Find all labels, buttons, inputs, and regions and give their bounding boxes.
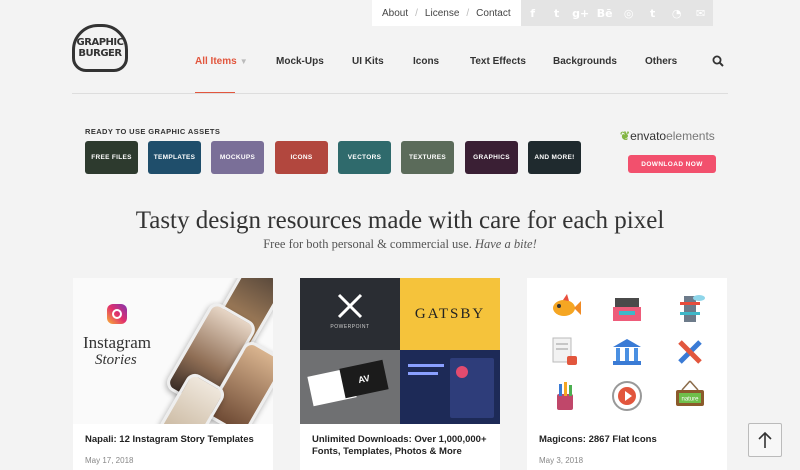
social-links: f t g+ Bē ◎ t ◔ ✉ (520, 0, 713, 26)
twitter-icon[interactable]: t (544, 0, 569, 26)
dribbble-icon[interactable]: ◎ (616, 0, 641, 26)
document-coffee-icon (552, 337, 577, 365)
envato-suffix: elements (666, 129, 715, 143)
tile-label: FREE FILES (91, 154, 132, 161)
powerpoint-tile: POWERPOINT (300, 278, 400, 350)
thumb-title-line-1: Instagram (83, 333, 151, 352)
card-mockup: AV (339, 359, 389, 399)
card-thumbnail[interactable]: nature (527, 278, 727, 424)
card-title[interactable]: Unlimited Downloads: Over 1,000,000+ Fon… (312, 434, 492, 458)
ui-line (408, 372, 438, 375)
tile-label: GRAPHICS (473, 154, 510, 161)
back-to-top-button[interactable] (748, 423, 782, 457)
gatsby-label: GATSBY (414, 306, 486, 322)
business-card-tile: AV (300, 350, 400, 424)
nav-mock-ups[interactable]: Mock-Ups (276, 56, 324, 67)
utility-links: About / License / Contact (372, 0, 521, 26)
thumb-title-line-2: Stories (95, 352, 137, 368)
subline-emphasis: Have a bite! (474, 237, 537, 251)
asset-tile-graphics[interactable]: GRAPHICS (465, 141, 518, 174)
google-plus-icon[interactable]: g+ (568, 0, 593, 26)
play-button-icon (612, 381, 642, 411)
assets-title: READY TO USE GRAPHIC ASSETS (85, 127, 221, 136)
nav-others[interactable]: Others (645, 56, 677, 67)
page-headline: Tasty design resources made with care fo… (135, 207, 665, 234)
pencil-cup-icon (557, 382, 573, 410)
tile-label: VECTORS (347, 154, 382, 161)
utility-bar: About / License / Contact f t g+ Bē ◎ t … (372, 0, 713, 26)
av-label: AV (357, 372, 371, 386)
nav-ui-kits[interactable]: UI Kits (352, 56, 384, 67)
tile-label: TEMPLATES (153, 154, 196, 161)
asset-tile-icons[interactable]: ICONS (275, 141, 328, 174)
caret-down-icon: ▼ (239, 57, 248, 66)
card-title[interactable]: Magicons: 2867 Flat Icons (539, 434, 719, 446)
tile-label: AND MORE! (534, 154, 575, 161)
x-logo-icon (336, 292, 364, 320)
asset-tile-and-more[interactable]: AND MORE! (528, 141, 581, 174)
asset-tile-textures[interactable]: TEXTURES (401, 141, 454, 174)
envato-brand: envato (630, 129, 667, 143)
envato-leaf-icon: ❦ (620, 129, 631, 143)
nav-backgrounds[interactable]: Backgrounds (553, 56, 617, 67)
site-logo[interactable]: GRAPHIC BURGER (72, 24, 128, 72)
facebook-icon[interactable]: f (520, 0, 545, 26)
tile-label: TEXTURES (408, 154, 447, 161)
gatsby-tile: GATSBY (400, 278, 500, 350)
instagram-icon (107, 304, 127, 324)
search-icon[interactable] (712, 55, 724, 67)
ui-dot (456, 366, 468, 378)
ui-line (408, 364, 444, 367)
behance-icon[interactable]: Bē (592, 0, 617, 26)
nav-label: All Items (195, 56, 237, 67)
mail-icon[interactable]: ✉ (688, 0, 713, 26)
separator: / (415, 7, 418, 19)
separator: / (466, 7, 470, 19)
tower-icon (680, 295, 705, 322)
logo-line-1: GRAPHIC (76, 37, 124, 48)
ui-kit-tile (400, 350, 500, 424)
fish-icon (553, 294, 581, 316)
bank-icon (613, 339, 641, 365)
asset-tile-templates[interactable]: TEMPLATES (148, 141, 201, 174)
header-divider (72, 93, 728, 94)
card-date: May 3, 2018 (539, 456, 584, 465)
asset-tile-mockups[interactable]: MOCKUPS (211, 141, 264, 174)
nav-icons[interactable]: Icons (413, 56, 439, 67)
nature-sign-icon: nature (676, 380, 704, 406)
nav-all-items[interactable]: All Items ▼ (195, 56, 248, 67)
nature-sign-text: nature (681, 397, 699, 403)
card-thumbnail[interactable]: POWERPOINT GATSBY AV (300, 278, 500, 424)
contact-link[interactable]: Contact (476, 8, 510, 19)
envato-elements-logo[interactable]: ❦envatoelements (620, 129, 715, 143)
about-link[interactable]: About (382, 8, 408, 19)
post-card[interactable]: Instagram Stories Napali: 12 Instagram S… (73, 278, 273, 470)
tile-label: ICONS (290, 154, 313, 161)
arrow-up-icon (758, 431, 772, 448)
post-card[interactable]: POWERPOINT GATSBY AV Unlimited Downloads… (300, 278, 500, 470)
rss-icon[interactable]: ◔ (664, 0, 689, 26)
card-title[interactable]: Napali: 12 Instagram Story Templates (85, 434, 265, 446)
card-date: May 17, 2018 (85, 456, 134, 465)
subline-text: Free for both personal & commercial use. (263, 237, 472, 251)
boxes-icon (613, 298, 641, 321)
page-subline: Free for both personal & commercial use.… (0, 237, 800, 252)
asset-tile-vectors[interactable]: VECTORS (338, 141, 391, 174)
post-card[interactable]: nature Magicons: 2867 Flat Icons May 3, … (527, 278, 727, 470)
logo-line-2: BURGER (78, 48, 122, 59)
powerpoint-label: POWERPOINT (330, 324, 370, 330)
download-now-button[interactable]: DOWNLOAD NOW (628, 155, 716, 173)
card-thumbnail[interactable]: Instagram Stories (73, 278, 273, 424)
tumblr-icon[interactable]: t (640, 0, 665, 26)
asset-tile-free-files[interactable]: FREE FILES (85, 141, 138, 174)
tile-label: MOCKUPS (219, 154, 256, 161)
nav-text-effects[interactable]: Text Effects (470, 56, 526, 67)
tools-icon (678, 340, 702, 364)
license-link[interactable]: License (425, 8, 459, 19)
